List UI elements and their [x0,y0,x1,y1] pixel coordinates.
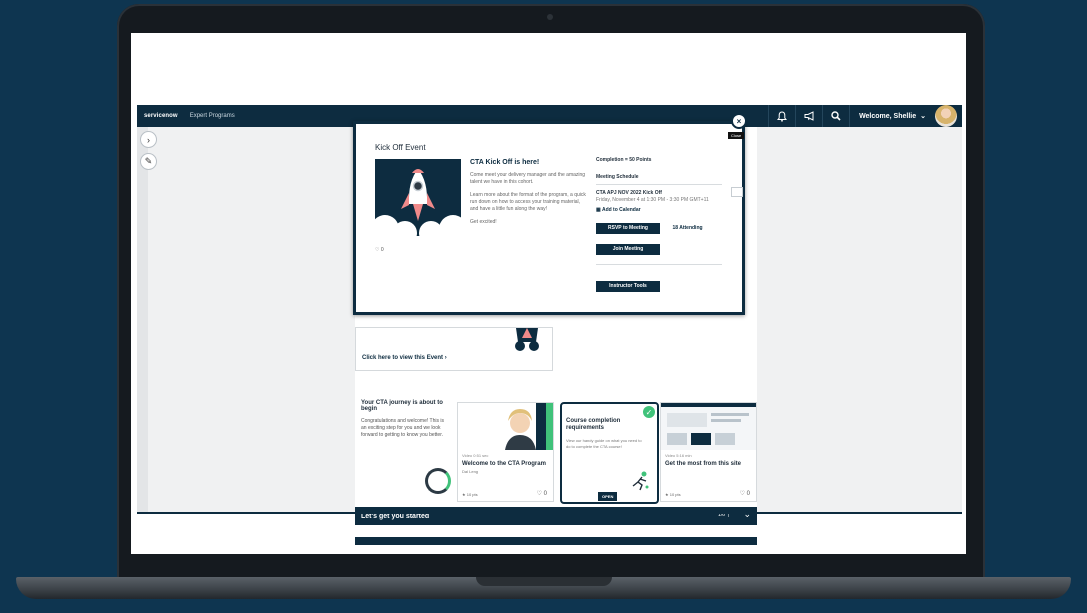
tile-points: ★ 10 pts [665,492,681,497]
likes-value: 0 [380,247,384,253]
modal-title: Kick Off Event [375,143,426,152]
meeting-time: Friday, November 4 at 1:30 PM - 3:30 PM … [596,197,709,203]
pencil-icon[interactable]: ✎ [140,153,157,170]
chevron-down-icon[interactable]: ⌄ [743,509,751,520]
left-rail [137,127,148,512]
laptop-notch [476,577,612,586]
cta-logo-icon [425,468,451,494]
meeting-name: CTA APJ NOV 2022 Kick Off [596,190,662,196]
star-icon: ★ [665,492,669,497]
likes-value: 0 [543,491,547,497]
rocket-thumbnail-icon [506,328,548,352]
desc-paragraph-3: Get excited! [470,219,497,225]
event-description: Come meet your delivery manager and the … [470,172,586,226]
divider [596,264,722,265]
check-icon: ✓ [643,406,655,418]
rocket-illustration [375,159,461,236]
tile-author: Dal Leng [462,469,479,474]
bell-icon[interactable] [768,105,795,127]
divider [596,184,722,185]
bottom-divider [137,512,962,514]
welcome-text: Welcome, Shellie [859,112,917,120]
journey-intro: Your CTA journey is about to begin Congr… [361,400,449,439]
modal-like[interactable]: ♡ 0 [375,247,384,253]
journey-title: Your CTA journey is about to begin [361,400,443,412]
instructor-tools-button[interactable]: Instructor Tools [596,281,660,292]
desc-paragraph-2: Learn more about the format of the progr… [470,192,586,212]
calendar-icon: ▦ [596,207,601,213]
likes-value: 0 [746,491,750,497]
side-control[interactable] [731,187,743,197]
add-calendar-label: Add to Calendar [601,207,641,213]
screen: servicenow Expert Programs Welcome, Shel… [131,33,966,554]
header-actions: Welcome, Shellie ⌄ [768,105,962,127]
close-icon[interactable]: × [731,113,747,129]
tile-body: View our handy guide on what you need to… [566,438,642,449]
running-figure-icon [632,471,649,491]
brand-logo[interactable]: servicenow [144,113,178,119]
tile-like[interactable]: ♡ 0 [537,490,547,497]
presenter-thumbnail [458,403,553,450]
meeting-panel: Completion = 50 Points Meeting Schedule … [596,157,722,292]
star-icon: ★ [462,492,466,497]
desc-paragraph-1: Come meet your delivery manager and the … [470,172,586,185]
heart-icon: ♡ [375,247,380,253]
heart-icon: ♡ [536,491,542,497]
rsvp-button[interactable]: RSVP to Meeting [596,223,660,234]
site-screenshot-thumbnail [661,403,756,450]
video-tile-welcome[interactable]: Video 0:51 sec Welcome to the CTA Progra… [457,402,554,502]
event-card[interactable]: Click here to view this Event › [355,327,553,371]
avatar[interactable] [935,105,957,127]
search-icon[interactable] [822,105,849,127]
event-heading: CTA Kick Off is here! [470,159,540,166]
close-tooltip: Close [728,132,745,139]
attending-count: 18 Attending [672,225,703,231]
completion-points: Completion = 50 Points [596,157,652,163]
next-section-header[interactable] [355,537,757,545]
expand-chevron-icon[interactable]: › [140,131,157,148]
chevron-down-icon: ⌄ [920,113,926,120]
tile-title: Get the most from this site [665,461,742,467]
add-to-calendar-link[interactable]: ▦ Add to Calendar [596,207,722,213]
tile-title: Welcome to the CTA Program [462,461,546,467]
kickoff-modal: Kick Off Event ♡ 0 CTA Kick Off is here!… [353,121,745,315]
started-section-header[interactable]: Let's get you started 1/6 | ⌄ [355,507,757,525]
camera [547,14,553,20]
points-value: 10 pts [669,492,681,497]
video-tile-site[interactable]: Video 5:16 min Get the most from this si… [660,402,757,502]
view-event-label: Click here to view this Event [362,355,444,361]
journey-body: Congratulations and welcome! This is an … [361,418,445,438]
tile-points: ★ 10 pts [462,492,478,497]
tile-title: Course completion requirements [566,418,621,431]
schedule-title: Meeting Schedule [596,174,639,180]
join-meeting-button[interactable]: Join Meeting [596,244,660,255]
user-menu[interactable]: Welcome, Shellie ⌄ [849,105,935,127]
completion-tile[interactable]: ✓ Course completion requirements View ou… [560,402,659,504]
tile-like[interactable]: ♡ 0 [740,490,750,497]
tile-meta: Video 0:51 sec [462,453,489,458]
view-event-link[interactable]: Click here to view this Event › [362,355,447,361]
points-value: 10 pts [466,492,478,497]
megaphone-icon[interactable] [795,105,822,127]
tile-meta: Video 5:16 min [665,453,692,458]
heart-icon: ♡ [739,491,745,497]
program-name[interactable]: Expert Programs [190,113,235,119]
journey-row: Your CTA journey is about to begin Congr… [355,388,757,506]
open-button[interactable]: OPEN [598,492,618,501]
